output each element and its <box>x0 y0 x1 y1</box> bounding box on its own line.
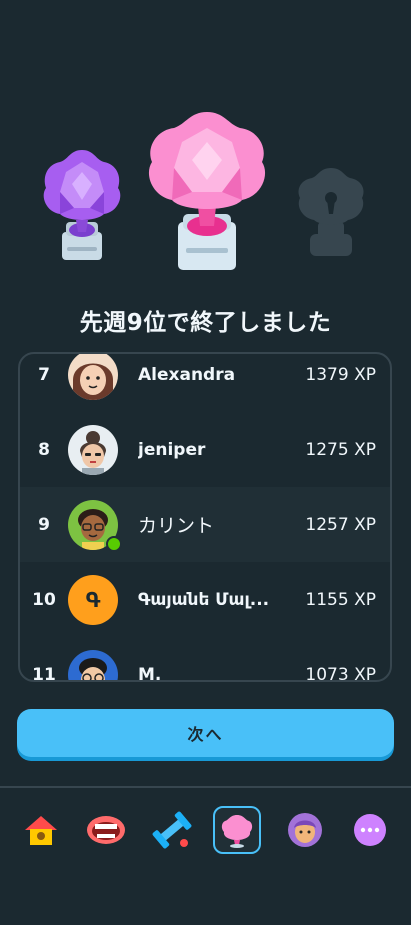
profile-icon[interactable] <box>281 806 329 854</box>
user-name: Գայանե Մալ... <box>138 589 270 610</box>
user-name: カリント <box>138 515 215 537</box>
user-xp: 1257 XP <box>305 514 376 535</box>
rank-number: 8 <box>38 439 50 460</box>
rank-number: 10 <box>32 589 56 610</box>
leaderboard-row[interactable]: 8 jeniper 1275 XP <box>20 412 390 487</box>
nav-divider <box>0 786 411 788</box>
avatar <box>68 649 118 680</box>
pink-trophy-icon <box>148 112 266 270</box>
avatar <box>68 354 118 400</box>
home-icon[interactable] <box>17 806 65 854</box>
avatar-letter: Գ <box>68 574 118 625</box>
user-xp: 1275 XP <box>305 439 376 460</box>
user-xp: 1155 XP <box>305 589 376 610</box>
online-status-dot <box>106 536 122 552</box>
avatar <box>68 424 118 475</box>
bottom-nav <box>0 790 411 870</box>
leaderboard-row[interactable]: 7 Alexandra 1379 XP <box>20 354 390 412</box>
leaderboard-row-current-user[interactable]: 9 カリント 1257 XP <box>20 487 390 562</box>
rank-number: 7 <box>38 364 50 385</box>
characters-icon[interactable] <box>82 806 130 854</box>
page-title: 先週9位で終了しました <box>79 310 332 336</box>
practice-icon[interactable] <box>148 806 196 854</box>
leaderboard-row[interactable]: 10 Գ Գայանե Մալ... 1155 XP <box>20 562 390 637</box>
user-xp: 1379 XP <box>305 364 376 385</box>
leagues-icon[interactable] <box>213 806 261 854</box>
next-button[interactable]: 次へ <box>17 709 394 757</box>
leaderboard[interactable]: 7 Alexandra 1379 XP 8 jeniper 1275 XP 9 … <box>18 352 392 682</box>
more-icon[interactable] <box>346 806 394 854</box>
user-name: M. <box>138 664 162 682</box>
user-name: Alexandra <box>138 364 236 385</box>
rank-number: 9 <box>38 514 50 535</box>
avatar-initial: Գ <box>85 587 101 612</box>
user-xp: 1073 XP <box>305 664 376 682</box>
locked-trophy-icon <box>298 168 364 256</box>
leaderboard-row[interactable]: 11 M. 1073 XP <box>20 637 390 682</box>
trophy-podium <box>43 112 364 270</box>
user-name: jeniper <box>138 439 206 460</box>
amethyst-trophy-icon <box>43 150 121 260</box>
rank-number: 11 <box>32 664 56 682</box>
